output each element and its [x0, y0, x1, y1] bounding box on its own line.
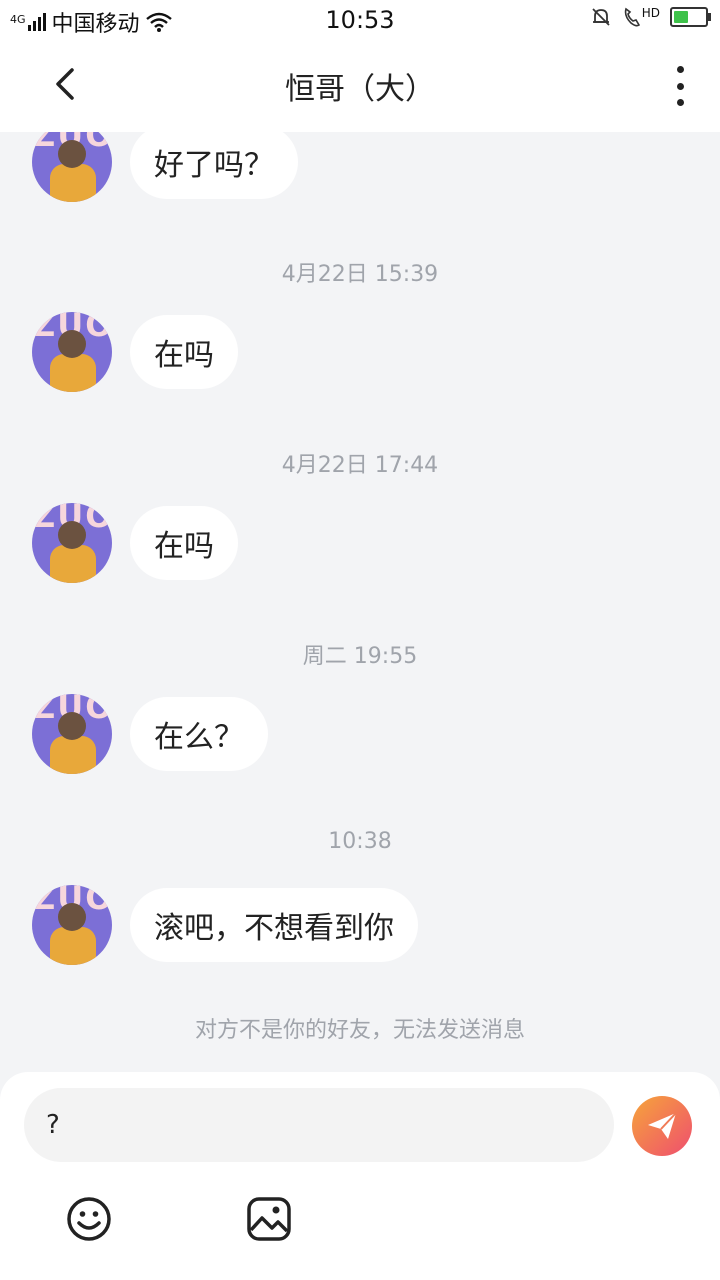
message-bubble[interactable]: 在吗 — [130, 315, 238, 389]
chat-header: 恒哥（大） — [0, 40, 720, 132]
more-options-icon[interactable] — [670, 66, 690, 106]
message-item: ZUO 在吗 — [32, 503, 238, 583]
message-list[interactable]: ZUO 好了吗？ 4月22日 15:39 ZUO 在吗 4月22日 17:44 … — [0, 132, 720, 1072]
avatar[interactable]: ZUO — [32, 694, 112, 774]
mute-bell-icon — [592, 8, 610, 26]
message-bubble[interactable]: 滚吧，不想看到你 — [130, 888, 418, 962]
message-timestamp: 4月22日 15:39 — [281, 262, 439, 287]
message-item: ZUO 在么？ — [32, 694, 268, 774]
hd-label: HD — [641, 6, 660, 20]
message-timestamp: 周二 19:55 — [302, 644, 418, 669]
message-item: ZUO 滚吧，不想看到你 — [32, 885, 418, 965]
message-item: ZUO 好了吗？ — [32, 132, 298, 202]
message-bubble[interactable]: 在吗 — [130, 506, 238, 580]
avatar[interactable]: ZUO — [32, 312, 112, 392]
emoji-icon[interactable] — [66, 1196, 112, 1242]
chat-title: 恒哥（大） — [285, 72, 435, 107]
avatar[interactable]: ZUO — [32, 885, 112, 965]
image-icon[interactable] — [246, 1196, 292, 1242]
send-icon — [648, 1112, 677, 1139]
message-timestamp: 10:38 — [328, 829, 392, 854]
hd-call-icon: HD — [622, 6, 660, 28]
status-bar: 4G 中国移动 10:53 HD — [0, 0, 720, 40]
back-icon[interactable] — [48, 64, 88, 104]
battery-level — [674, 11, 688, 23]
message-bubble[interactable]: 在么？ — [130, 697, 268, 771]
message-bubble[interactable]: 好了吗？ — [130, 132, 298, 199]
message-item: ZUO 在吗 — [32, 312, 238, 392]
message-input[interactable] — [24, 1088, 614, 1162]
avatar[interactable]: ZUO — [32, 132, 112, 202]
battery-icon — [670, 7, 711, 27]
status-right: HD — [590, 6, 711, 28]
system-notice: 对方不是你的好友，无法发送消息 — [194, 1018, 525, 1043]
message-timestamp: 4月22日 17:44 — [281, 453, 439, 478]
message-composer — [0, 1072, 720, 1280]
send-button[interactable] — [632, 1096, 692, 1156]
avatar[interactable]: ZUO — [32, 503, 112, 583]
